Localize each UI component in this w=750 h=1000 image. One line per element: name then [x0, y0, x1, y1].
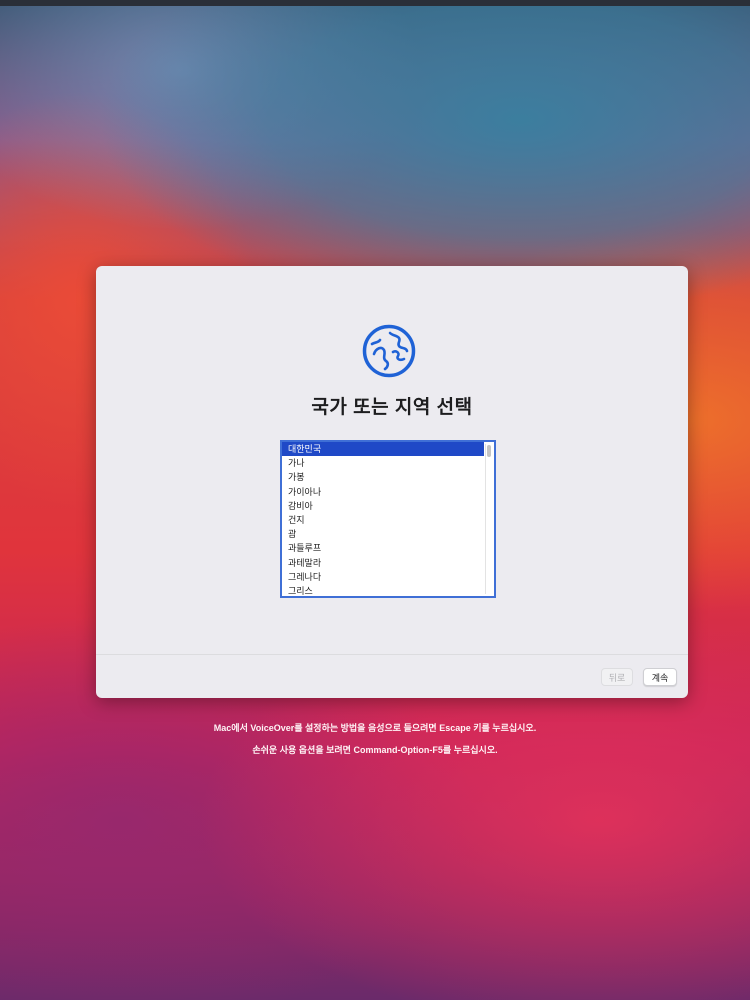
list-scrollbar[interactable]	[485, 444, 492, 594]
continue-button[interactable]: 계속	[643, 668, 677, 686]
country-list-item[interactable]: 그레나다	[282, 570, 494, 584]
country-list-item[interactable]: 가나	[282, 456, 494, 470]
screen-bezel	[0, 0, 750, 6]
country-list-item[interactable]: 과테말라	[282, 556, 494, 570]
globe-icon	[362, 324, 416, 378]
country-list-item[interactable]: 가봉	[282, 470, 494, 484]
country-list-item[interactable]: 건지	[282, 513, 494, 527]
country-list-items: 대한민국 가나 가봉 가이아나 감비아 건지 괌 과들루프 과테말라 그레나다 그리스	[282, 442, 494, 596]
country-listbox[interactable]: 대한민국 가나 가봉 가이아나 감비아 건지 괌 과들루프 과테말라 그레나다 그리스	[280, 440, 496, 598]
voiceover-hint: Mac에서 VoiceOver를 설정하는 방법을 음성으로 들으려면 Esca…	[213, 723, 537, 733]
back-button[interactable]: 뒤로	[601, 668, 633, 686]
country-list-item[interactable]: 가이아나	[282, 485, 494, 499]
country-list-item[interactable]: 과들루프	[282, 541, 494, 555]
footer-divider	[96, 654, 688, 655]
setup-assistant-dialog: 국가 또는 지역 선택 대한민국 가나 가봉 가이아나 감비아 건지 괌 과들루프 과테말라 그레…	[96, 266, 688, 698]
scrollbar-thumb[interactable]	[487, 445, 491, 457]
country-list-item[interactable]: 감비아	[282, 499, 494, 513]
country-list-item[interactable]: 대한민국	[282, 442, 484, 457]
country-list-item[interactable]: 그리스	[282, 584, 494, 596]
country-list-item[interactable]: 괌	[282, 527, 494, 541]
dialog-title: 국가 또는 지역 선택	[311, 397, 473, 418]
accessibility-hint: 손쉬운 사용 옵션을 보려면 Command-Option-F5를 누르십시오.	[252, 745, 498, 755]
